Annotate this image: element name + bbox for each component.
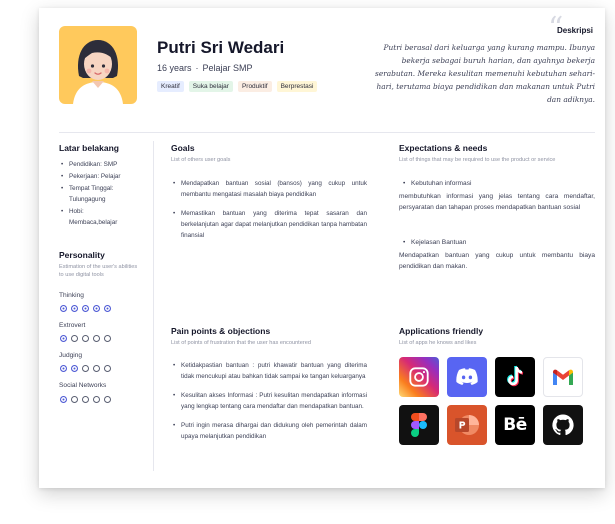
radio-1[interactable] [60, 335, 67, 342]
expectations-title: Expectations & needs [399, 143, 488, 153]
personality-subtitle: Estimation of the user's abilities to us… [59, 264, 138, 278]
trait-scale-judging [60, 365, 111, 372]
powerpoint-icon[interactable] [447, 405, 487, 445]
expectation-text: Mendapatkan bantuan yang cukup untuk mem… [399, 252, 595, 270]
expectation-head: Kebutuhan informasi [403, 180, 471, 187]
radio-2[interactable] [71, 365, 78, 372]
trait-label-social-networks: Social Networks [59, 382, 107, 389]
app-grid: Bē [399, 357, 583, 445]
background-title: Latar belakang [59, 143, 119, 153]
radio-4[interactable] [93, 365, 100, 372]
trait-tag: Kreatif [157, 81, 184, 92]
section-divider [59, 132, 595, 133]
radio-5[interactable] [104, 396, 111, 403]
radio-5[interactable] [104, 365, 111, 372]
instagram-icon[interactable] [399, 357, 439, 397]
goals-title: Goals [171, 143, 195, 153]
goals-subtitle: List of others user goals [171, 157, 231, 163]
description-title: Deskripsi [557, 26, 594, 35]
list-item: Pendidikan: SMP [61, 159, 151, 170]
trait-label-judging: Judging [59, 352, 83, 359]
trait-scale-social-networks [60, 396, 111, 403]
persona-meta: 16 years · Pelajar SMP [157, 63, 253, 73]
github-icon[interactable] [543, 405, 583, 445]
radio-3[interactable] [82, 335, 89, 342]
expectations-subtitle: List of things that may be required to u… [399, 157, 556, 163]
avatar [59, 26, 137, 104]
radio-2[interactable] [71, 305, 78, 312]
tiktok-icon[interactable] [495, 357, 535, 397]
expectation-text: membutuhkan informasi yang jelas tentang… [399, 193, 595, 211]
list-item: Memastikan bantuan yang diterima tepat s… [173, 208, 367, 241]
radio-5[interactable] [104, 305, 111, 312]
pain-points-list: Ketidakpastian bantuan : putri khawatir … [173, 360, 367, 450]
trait-tag: Berprestasi [276, 81, 318, 92]
persona-name: Putri Sri Wedari [157, 38, 285, 57]
persona-card: Putri Sri Wedari 16 years · Pelajar SMP Kr… [39, 8, 605, 488]
goals-list: Mendapatkan bantuan sosial (bansos) yang… [173, 178, 367, 249]
personality-title: Personality [59, 250, 105, 260]
behance-icon[interactable]: Bē [495, 405, 535, 445]
list-item: Pekerjaan: Pelajar [61, 171, 151, 182]
radio-5[interactable] [104, 335, 111, 342]
gmail-icon[interactable] [543, 357, 583, 397]
column-divider [153, 141, 154, 471]
applications-subtitle: List of apps he knows and likes [399, 340, 477, 346]
radio-1[interactable] [60, 396, 67, 403]
persona-age: 16 years [157, 63, 192, 73]
girl-avatar-icon [73, 40, 123, 104]
pain-points-title: Pain points & objections [171, 326, 271, 336]
radio-3[interactable] [82, 305, 89, 312]
behance-logo-text: Bē [503, 415, 527, 435]
trait-scale-extrovert [60, 335, 111, 342]
trait-tag: Produktif [237, 81, 272, 92]
discord-icon[interactable] [447, 357, 487, 397]
pain-points-subtitle: List of points of frustration that the u… [171, 340, 311, 346]
persona-role: Pelajar SMP [202, 63, 253, 73]
radio-4[interactable] [93, 396, 100, 403]
trait-scale-thinking [60, 305, 111, 312]
list-item: Putri ingin merasa dihargai dan didukung… [173, 420, 367, 442]
list-item: Tempat Tinggal:Tulungagung [61, 183, 151, 205]
radio-3[interactable] [82, 365, 89, 372]
trait-label-thinking: Thinking [59, 292, 84, 299]
radio-2[interactable] [71, 335, 78, 342]
list-item: Hobi:Membaca,belajar [61, 206, 151, 228]
background-list: Pendidikan: SMP Pekerjaan: Pelajar Tempa… [61, 159, 151, 229]
list-item: Mendapatkan bantuan sosial (bansos) yang… [173, 178, 367, 200]
radio-1[interactable] [60, 305, 67, 312]
applications-title: Applications friendly [399, 326, 484, 336]
radio-1[interactable] [60, 365, 67, 372]
list-item: Kesulitan akses Informasi : Putri kesuli… [173, 390, 367, 412]
trait-tags: Kreatif Suka belajar Produktif Berpresta… [157, 81, 318, 92]
list-item: Ketidakpastian bantuan : putri khawatir … [173, 360, 367, 382]
radio-2[interactable] [71, 396, 78, 403]
expectation-head: Kejelasan Bantuan [403, 239, 466, 246]
description-text: Putri berasal dari keluarga yang kurang … [375, 43, 595, 104]
trait-label-extrovert: Extrovert [59, 322, 86, 329]
radio-4[interactable] [93, 335, 100, 342]
radio-3[interactable] [82, 396, 89, 403]
trait-tag: Suka belajar [188, 81, 233, 92]
radio-4[interactable] [93, 305, 100, 312]
figma-icon[interactable] [399, 405, 439, 445]
